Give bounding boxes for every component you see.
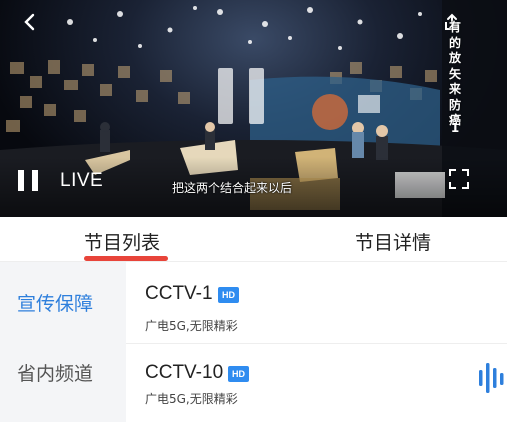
- sidebar-item-provincial-channels[interactable]: 省内频道: [17, 359, 93, 386]
- active-tab-indicator: [84, 256, 168, 261]
- back-icon[interactable]: [20, 12, 40, 32]
- video-player[interactable]: 有 的 放 矢 来 防 癌 1 LIVE 把这两个结合起来以后: [0, 0, 507, 217]
- channel-description: 广电5G,无限精彩: [145, 392, 238, 406]
- sidebar-item-promotion[interactable]: 宣传保障: [17, 289, 93, 316]
- channel-name: CCTV-1: [145, 283, 213, 304]
- channel-row[interactable]: CCTV-10 HD 广电5G,无限精彩: [126, 344, 507, 422]
- program-side-title: 有 的 放 矢 来 防 癌: [444, 20, 466, 129]
- channel-name: CCTV-10: [145, 362, 224, 383]
- side-title-char: 有: [448, 20, 461, 34]
- side-title-char: 放: [448, 51, 461, 65]
- fullscreen-icon[interactable]: [448, 168, 470, 190]
- side-title-char: 的: [448, 35, 461, 50]
- channel-row[interactable]: CCTV-1 HD 广电5G,无限精彩: [126, 262, 507, 344]
- tab-program-list[interactable]: 节目列表: [84, 228, 160, 255]
- pause-icon[interactable]: [18, 170, 38, 191]
- category-sidebar: 宣传保障 省内频道: [0, 262, 126, 422]
- live-label: LIVE: [60, 170, 104, 191]
- video-subtitle: 把这两个结合起来以后: [172, 181, 293, 195]
- hd-badge: HD: [218, 287, 239, 303]
- center-pause-icon[interactable]: [218, 68, 264, 124]
- tab-program-detail[interactable]: 节目详情: [355, 228, 431, 255]
- audio-wave-icon: [479, 363, 504, 393]
- program-side-number: 1: [450, 121, 460, 135]
- side-title-char: 矢: [448, 66, 461, 81]
- channel-description: 广电5G,无限精彩: [145, 319, 238, 333]
- tab-bar: 节目列表 节目详情: [0, 217, 507, 262]
- side-title-char: 来: [448, 82, 461, 96]
- channel-list: CCTV-1 HD 广电5G,无限精彩 CCTV-10 HD 广电5G,无限精彩: [126, 262, 507, 422]
- hd-badge: HD: [228, 366, 249, 382]
- side-title-char: 防: [448, 97, 461, 112]
